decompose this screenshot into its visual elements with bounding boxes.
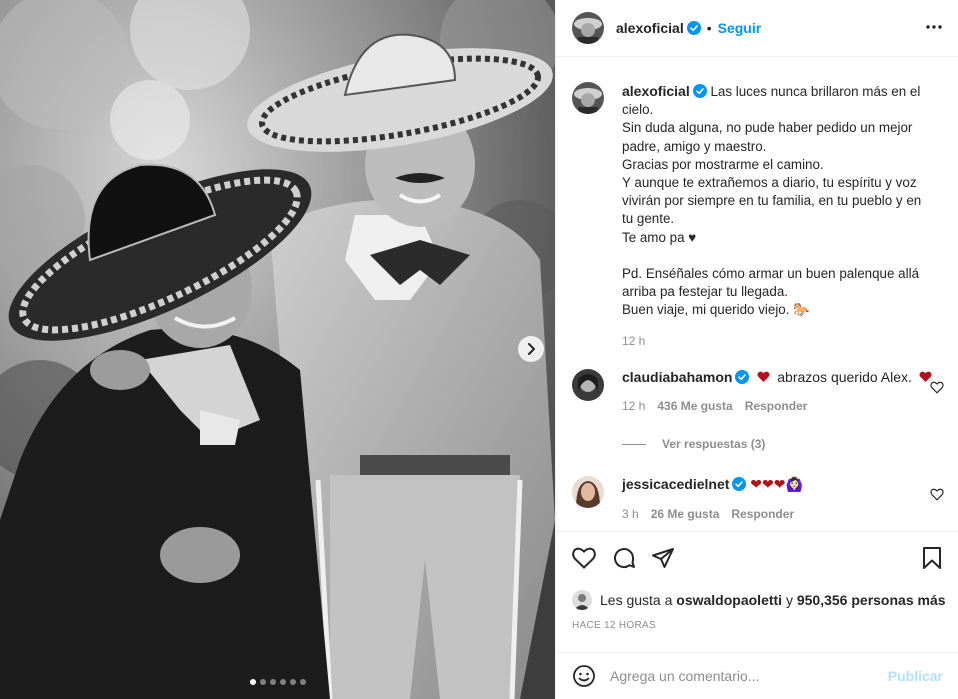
likes-prefix: Les gusta a — [600, 592, 673, 608]
comment-input[interactable] — [610, 668, 880, 684]
post-actions-bar: Les gusta a oswaldopaoletti y 950,356 pe… — [556, 531, 958, 663]
likes-count[interactable]: 950,356 personas más — [797, 592, 946, 608]
publish-button[interactable]: Publicar — [888, 668, 943, 684]
verified-badge-icon — [692, 84, 707, 98]
commenter-avatar[interactable] — [572, 476, 604, 508]
comment-likes[interactable]: 26 Me gusta — [651, 507, 720, 521]
comment-text: abrazos querido Alex. — [777, 369, 912, 385]
heart-outline-icon[interactable] — [572, 547, 596, 569]
carousel-dot-active — [250, 679, 256, 685]
comment-line: jessicacedielnet ❤❤❤🙆🏻‍♀️ — [622, 476, 944, 493]
caption-text-line: arriba pa festejar tu llegada. — [622, 284, 788, 300]
post-timestamp[interactable]: HACE 12 HORAS — [572, 620, 656, 631]
author-username[interactable]: alexoficial — [616, 20, 684, 36]
caption-text-line: Y aunque te extrañemos a diario, tu espí… — [622, 175, 917, 191]
carousel-dot — [260, 679, 266, 685]
comment-item: jessicacedielnet ❤❤❤🙆🏻‍♀️ 3 h 26 Me gust… — [572, 476, 944, 521]
view-replies-line — [622, 443, 646, 445]
comment-text: ❤❤❤🙆🏻‍♀️ — [750, 476, 803, 492]
comment-time[interactable]: 12 h — [622, 399, 645, 413]
liker-username[interactable]: oswaldopaoletti — [676, 592, 782, 608]
comment-reply-button[interactable]: Responder — [745, 399, 808, 413]
carousel-dot — [270, 679, 276, 685]
bookmark-icon[interactable] — [921, 546, 943, 570]
caption-timestamp[interactable]: 12 h — [622, 332, 952, 350]
comment-item: claudiabahamon abrazos querido Alex. 12 … — [572, 369, 944, 413]
carousel-dot — [290, 679, 296, 685]
caption-username[interactable]: alexoficial — [622, 83, 690, 99]
heart-outline-icon[interactable] — [930, 488, 944, 501]
caption-text-line: cielo. — [622, 102, 654, 118]
instagram-post-dialog: alexoficial • Seguir alexoficial Las luc… — [0, 0, 958, 699]
comment-bubble-icon[interactable] — [612, 546, 636, 570]
comment-body: jessicacedielnet ❤❤❤🙆🏻‍♀️ 3 h 26 Me gust… — [622, 476, 944, 521]
comment-time[interactable]: 3 h — [622, 507, 639, 521]
comment-composer: Publicar — [556, 652, 958, 699]
author-avatar[interactable] — [572, 12, 604, 44]
follow-button[interactable]: Seguir — [718, 20, 762, 36]
caption-author-avatar[interactable] — [572, 82, 604, 114]
heart-outline-icon[interactable] — [930, 381, 944, 394]
comment-likes[interactable]: 436 Me gusta — [657, 399, 732, 413]
header-separator: • — [706, 20, 712, 36]
red-heart-emoji-icon — [757, 371, 770, 382]
likes-joiner: y — [785, 592, 793, 608]
comment-reply-button[interactable]: Responder — [731, 507, 794, 521]
caption-text-line: Buen viaje, mi querido viejo. 🐎 — [622, 302, 810, 318]
caption-text-line: vivirán por siempre en tu familia, en tu… — [622, 193, 922, 209]
liker-avatar[interactable] — [572, 590, 592, 610]
verified-badge-icon — [735, 370, 750, 384]
post-caption: alexoficial Las luces nunca brillaron má… — [572, 82, 952, 351]
carousel-dot — [280, 679, 286, 685]
post-header: alexoficial • Seguir — [556, 0, 958, 57]
caption-text-line: Las luces nunca brillaron más en el — [710, 84, 921, 99]
commenter-username[interactable]: jessicacedielnet — [622, 476, 729, 492]
comment-meta: 12 h 436 Me gusta Responder — [622, 399, 944, 413]
next-slide-button[interactable] — [518, 336, 544, 362]
comment-line: claudiabahamon abrazos querido Alex. — [622, 369, 944, 385]
smiley-icon[interactable] — [572, 664, 596, 688]
verified-badge-icon — [686, 21, 701, 35]
commenter-username[interactable]: claudiabahamon — [622, 369, 732, 385]
view-replies-button[interactable]: Ver respuestas (3) — [622, 437, 765, 451]
comment-meta: 3 h 26 Me gusta Responder — [622, 507, 944, 521]
more-options-icon[interactable] — [925, 18, 943, 36]
post-side-panel: alexoficial • Seguir alexoficial Las luc… — [555, 0, 958, 699]
post-photo[interactable] — [0, 0, 555, 699]
comment-body: claudiabahamon abrazos querido Alex. 12 … — [622, 369, 944, 413]
carousel-dot — [300, 679, 306, 685]
photo-illustration — [0, 0, 555, 699]
caption-text-line: Te amo pa ♥ — [622, 229, 697, 245]
verified-badge-icon — [732, 477, 747, 491]
caption-line: alexoficial Las luces nunca brillaron má… — [622, 82, 952, 101]
caption-text-line: Sin duda alguna, no pude haber pedido un… — [622, 120, 913, 136]
caption-body: alexoficial Las luces nunca brillaron má… — [622, 82, 952, 351]
caption-text-line: Pd. Enséñales cómo armar un buen palenqu… — [622, 265, 920, 281]
caption-text-line: Gracias por mostrarme el camino. — [622, 156, 824, 172]
carousel-indicator — [250, 679, 306, 685]
view-replies-label: Ver respuestas (3) — [662, 437, 766, 451]
commenter-avatar[interactable] — [572, 369, 604, 401]
likes-summary: Les gusta a oswaldopaoletti y 950,356 pe… — [572, 590, 946, 610]
caption-text-line: tu gente. — [622, 211, 675, 227]
caption-text-line: padre, amigo y maestro. — [622, 138, 767, 154]
paper-plane-icon[interactable] — [651, 546, 675, 570]
chevron-right-icon — [528, 343, 535, 355]
